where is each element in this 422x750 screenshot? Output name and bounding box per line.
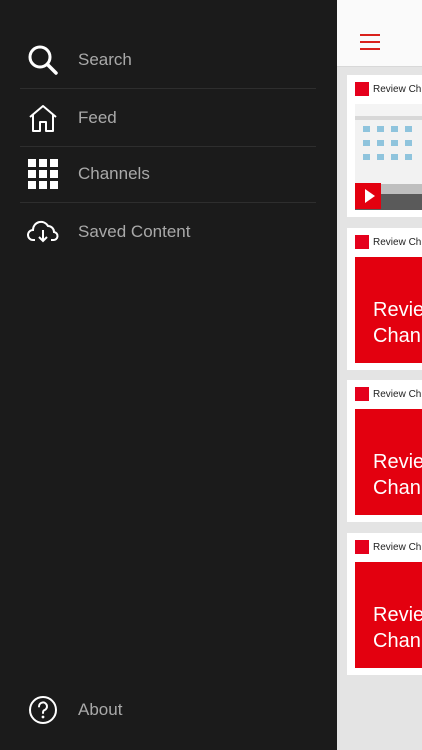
- drawer-item-feed[interactable]: Feed: [20, 90, 316, 147]
- card-title: Review Ch: [373, 83, 422, 95]
- cloud-download-icon: [20, 212, 66, 252]
- thumbnail-text: RevieChann: [373, 604, 422, 652]
- drawer-item-label: Search: [78, 50, 132, 69]
- card-header: Review Ch: [355, 82, 421, 96]
- feed-card[interactable]: Review Ch RevieChann: [347, 380, 422, 522]
- channel-logo: [355, 540, 369, 554]
- drawer-item-channels[interactable]: Channels: [20, 146, 316, 203]
- hamburger-icon[interactable]: [360, 34, 380, 50]
- channel-logo: [355, 235, 369, 249]
- channel-logo: [355, 82, 369, 96]
- drawer-item-saved-content[interactable]: Saved Content: [20, 204, 316, 260]
- home-icon: [20, 98, 66, 138]
- card-title: Review Ch: [373, 236, 422, 248]
- drawer-item-about[interactable]: About: [20, 682, 316, 738]
- search-icon: [20, 40, 66, 80]
- card-header: Review Ch: [355, 387, 421, 401]
- feed-card[interactable]: Review Ch RevieChann: [347, 533, 422, 675]
- card-title: Review Ch: [373, 541, 422, 553]
- help-circle-icon: [20, 690, 66, 730]
- play-icon[interactable]: [355, 183, 381, 209]
- drawer-item-label: Feed: [78, 108, 117, 127]
- video-thumbnail[interactable]: [355, 104, 422, 210]
- feed-card[interactable]: Review Ch: [347, 75, 422, 217]
- card-title: Review Ch: [373, 388, 422, 400]
- drawer-item-label: Saved Content: [78, 222, 191, 241]
- drawer-item-label: About: [78, 700, 123, 719]
- card-header: Review Ch: [355, 540, 421, 554]
- grid-icon: [20, 154, 66, 194]
- navigation-drawer: Search Feed Channels Saved Content About: [0, 0, 337, 750]
- drawer-item-search[interactable]: Search: [20, 32, 316, 89]
- thumbnail-text: RevieChann: [373, 299, 422, 347]
- channel-logo: [355, 387, 369, 401]
- feed-content: Review Ch Review Ch RevieChann: [337, 0, 422, 750]
- thumbnail-text: RevieChann: [373, 451, 422, 499]
- card-thumbnail[interactable]: RevieChann: [355, 257, 422, 363]
- drawer-item-label: Channels: [78, 164, 150, 183]
- top-bar: [337, 0, 422, 67]
- card-thumbnail[interactable]: RevieChann: [355, 562, 422, 668]
- card-header: Review Ch: [355, 235, 421, 249]
- feed-card[interactable]: Review Ch RevieChann: [347, 228, 422, 370]
- card-thumbnail[interactable]: RevieChann: [355, 409, 422, 515]
